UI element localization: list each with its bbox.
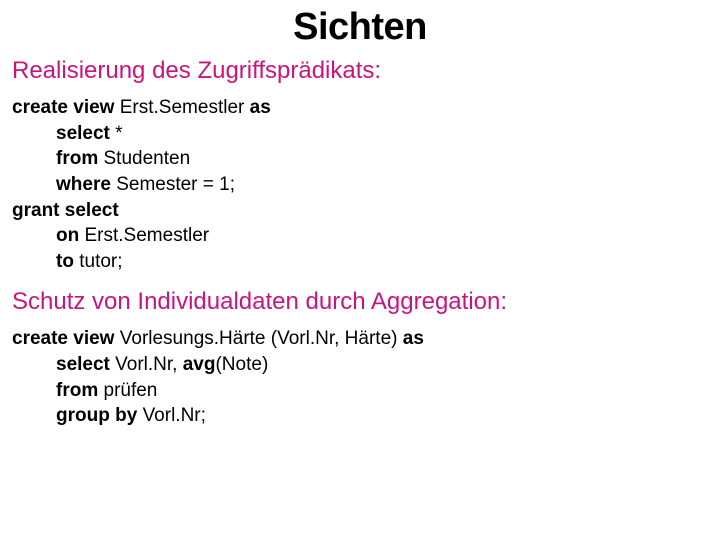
keyword: from [56, 380, 104, 401]
keyword: create view [12, 328, 120, 349]
code-line: select Vorl.Nr, avg(Note) [12, 352, 708, 378]
code-block-1: create view Erst.Semestler as select * f… [12, 95, 708, 274]
slide: Sichten Realisierung des Zugriffsprädika… [0, 0, 720, 455]
code-text: Vorlesungs.Härte (Vorl.Nr, Härte) [120, 328, 403, 349]
code-line: create view Erst.Semestler as [12, 95, 708, 121]
section-heading-2: Schutz von Individualdaten durch Aggrega… [12, 288, 708, 316]
code-line: on Erst.Semestler [12, 223, 708, 249]
code-text: prüfen [104, 380, 158, 401]
code-line: to tutor; [12, 249, 708, 275]
code-block-2: create view Vorlesungs.Härte (Vorl.Nr, H… [12, 326, 708, 429]
code-text: (Note) [215, 354, 268, 375]
code-line: select * [12, 121, 708, 147]
code-text: Studenten [104, 148, 191, 169]
keyword: to [56, 251, 79, 272]
section-heading-1: Realisierung des Zugriffsprädikats: [12, 57, 708, 85]
keyword: from [56, 148, 104, 169]
code-line: create view Vorlesungs.Härte (Vorl.Nr, H… [12, 326, 708, 352]
keyword: group by [56, 405, 143, 426]
code-text: Erst.Semestler [85, 225, 210, 246]
code-line: from Studenten [12, 146, 708, 172]
code-text: Vorl.Nr; [143, 405, 206, 426]
code-text: Vorl.Nr, [115, 354, 183, 375]
code-line: grant select [12, 198, 708, 224]
keyword: avg [183, 354, 216, 375]
keyword: where [56, 174, 116, 195]
code-line: where Semester = 1; [12, 172, 708, 198]
keyword: as [403, 328, 424, 349]
code-text: Semester = 1; [116, 174, 235, 195]
keyword: as [250, 97, 271, 118]
keyword: select [56, 354, 115, 375]
slide-title: Sichten [12, 6, 708, 49]
code-text: Erst.Semestler [120, 97, 250, 118]
code-text: * [115, 123, 122, 144]
keyword: select [56, 123, 115, 144]
code-line: group by Vorl.Nr; [12, 403, 708, 429]
keyword: on [56, 225, 85, 246]
code-line: from prüfen [12, 378, 708, 404]
keyword: create view [12, 97, 120, 118]
keyword: grant select [12, 200, 119, 221]
code-text: tutor; [79, 251, 122, 272]
